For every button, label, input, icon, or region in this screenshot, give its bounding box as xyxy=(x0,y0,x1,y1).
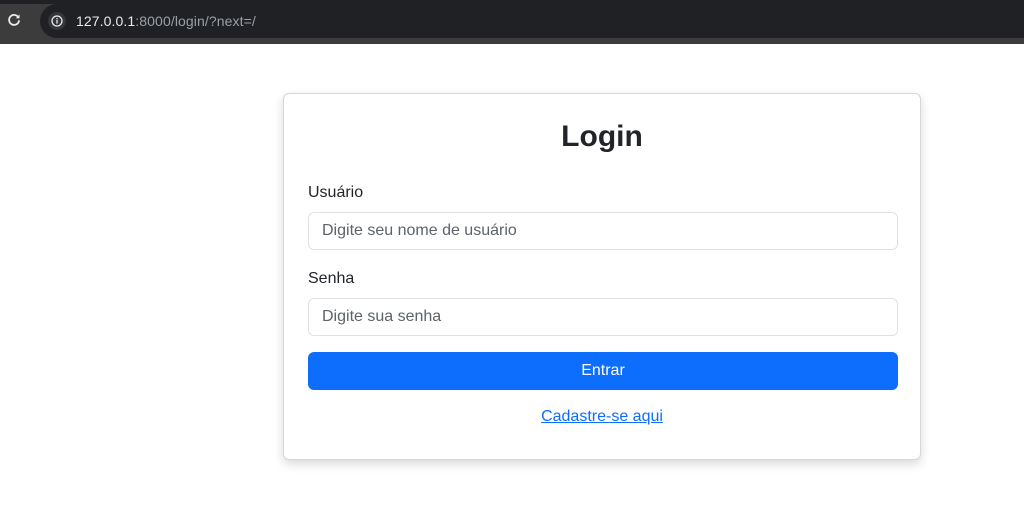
browser-toolbar: 127.0.0.1:8000/login/?next=/ xyxy=(0,0,1024,44)
url-text: 127.0.0.1:8000/login/?next=/ xyxy=(76,13,256,29)
login-button[interactable]: Entrar xyxy=(308,352,898,390)
password-input[interactable] xyxy=(308,298,898,336)
address-bar[interactable]: 127.0.0.1:8000/login/?next=/ xyxy=(40,4,1024,38)
password-label: Senha xyxy=(308,270,355,287)
page-title: Login xyxy=(561,120,643,153)
info-icon[interactable] xyxy=(48,12,66,30)
register-link[interactable]: Cadastre-se aqui xyxy=(541,408,663,425)
register-link-container: Cadastre-se aqui xyxy=(284,408,920,426)
reload-icon[interactable] xyxy=(4,10,24,30)
url-path: :8000/login/?next=/ xyxy=(135,13,256,29)
url-host: 127.0.0.1 xyxy=(76,13,136,29)
login-card: Login Usuário Senha Entrar Cadastre-se a… xyxy=(283,93,921,460)
username-input[interactable] xyxy=(308,212,898,250)
username-label: Usuário xyxy=(308,184,364,201)
